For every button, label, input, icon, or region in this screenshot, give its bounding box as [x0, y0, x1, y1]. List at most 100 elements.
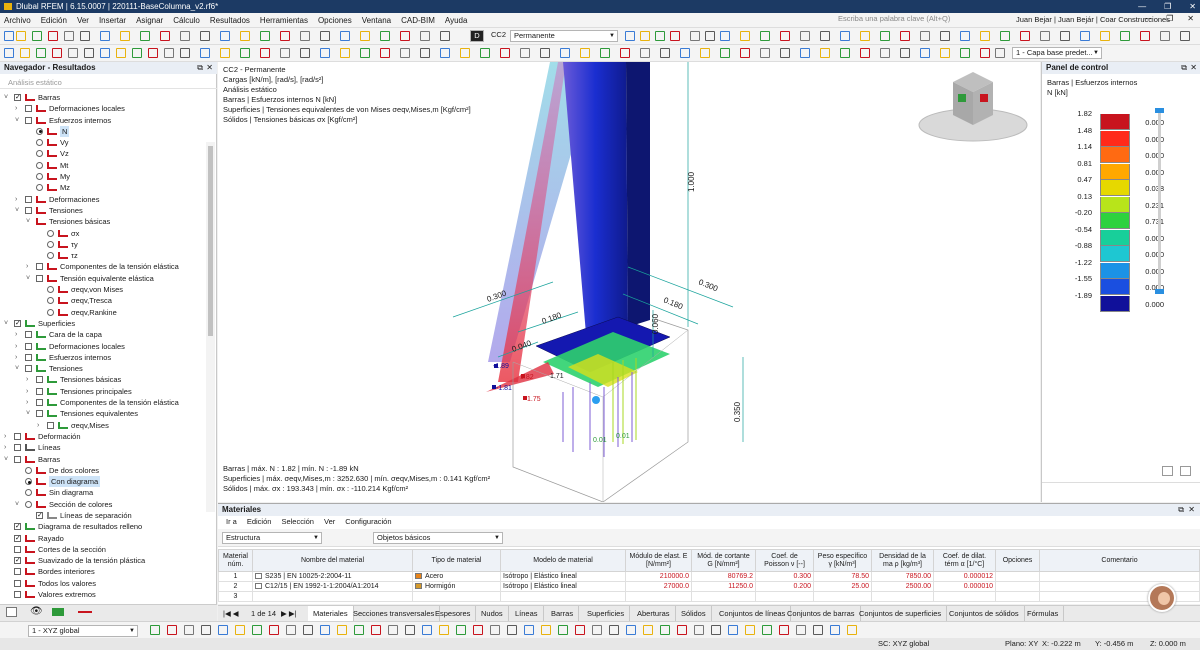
table-cell-gamma[interactable]: 78.50 [813, 571, 872, 582]
toolbar-tool-icon[interactable] [670, 31, 680, 41]
chevron-down-icon[interactable]: ˅ [4, 318, 8, 329]
doc-close-button[interactable]: ✕ [1187, 14, 1194, 23]
toolbar-tool-icon[interactable] [440, 31, 450, 41]
toolbar-tool-icon[interactable] [960, 48, 970, 58]
toolbar-tool-icon[interactable] [148, 48, 158, 58]
snap-tool-icon[interactable] [626, 625, 636, 635]
toolbar-tool-icon[interactable] [140, 31, 150, 41]
nav-checkbox[interactable] [36, 399, 43, 407]
toolbar-tool-icon[interactable] [132, 48, 142, 58]
toolbar-tool-icon[interactable] [80, 31, 90, 41]
table-cell-gamma[interactable] [813, 591, 872, 602]
pin-icon[interactable]: ⧉ [197, 62, 203, 74]
toolbar-tool-icon[interactable] [48, 31, 58, 41]
chevron-right-icon[interactable]: › [26, 397, 28, 408]
snap-tool-icon[interactable] [813, 625, 823, 635]
snap-tool-icon[interactable] [354, 625, 364, 635]
data-nav-tab-icon[interactable] [6, 607, 17, 617]
toolbar-tool-icon[interactable] [680, 48, 690, 58]
nav-checkbox[interactable] [36, 376, 43, 384]
toolbar-tool-icon[interactable] [980, 31, 990, 41]
col-gamma[interactable]: Peso específico γ [kN/m³] [813, 549, 872, 572]
table-cell-n[interactable]: 3 [218, 591, 253, 602]
toolbar-tool-icon[interactable] [4, 31, 14, 41]
nav-tree-item[interactable]: Mt [0, 160, 206, 171]
toolbar-tool-icon[interactable] [200, 31, 210, 41]
legend-range-slider[interactable] [1155, 108, 1164, 294]
nav-tree-item[interactable]: › Componentes de la tensión elástica [0, 397, 206, 408]
nav-radio[interactable] [25, 500, 32, 508]
nav-radio[interactable] [36, 173, 43, 181]
toolbar-tool-icon[interactable] [940, 31, 950, 41]
nav-radio[interactable] [25, 466, 32, 474]
nav-tree-item[interactable]: Todos los valores [0, 578, 206, 589]
toolbar-tool-icon[interactable] [740, 48, 750, 58]
analysis-type-select[interactable]: Análisis estático [0, 76, 217, 89]
table-cell-n[interactable]: 1 [218, 571, 253, 582]
toolbar-tool-icon[interactable] [1020, 31, 1030, 41]
nav-checkbox[interactable] [25, 331, 32, 339]
chevron-right-icon[interactable]: › [15, 194, 17, 205]
materials-menu-goto[interactable]: Ir a [226, 517, 237, 528]
toolbar-tool-icon[interactable] [240, 48, 250, 58]
snap-tool-icon[interactable] [762, 625, 772, 635]
nav-radio[interactable] [47, 286, 54, 294]
snap-tool-icon[interactable] [524, 625, 534, 635]
tab-espesores[interactable]: Espesores [430, 606, 477, 621]
table-cell-alpha[interactable]: 0.000012 [933, 571, 996, 582]
snap-tool-icon[interactable] [150, 625, 160, 635]
table-cell-model[interactable] [500, 591, 626, 602]
nav-checkbox[interactable] [14, 545, 21, 553]
nav-tree-item[interactable]: σeqv,von Mises [0, 284, 206, 295]
nav-tree-item[interactable]: N [0, 125, 206, 137]
chevron-right-icon[interactable]: › [15, 103, 17, 114]
nav-tree-item[interactable]: σeqv,Rankine [0, 307, 206, 318]
legend-settings-icon[interactable] [1162, 466, 1173, 476]
toolbar-tool-icon[interactable] [300, 48, 310, 58]
chevron-right-icon[interactable]: › [26, 261, 28, 272]
toolbar-tool-icon[interactable] [580, 48, 590, 58]
toolbar-tool-icon[interactable] [320, 48, 330, 58]
col-name[interactable]: Nombre del material [252, 549, 413, 572]
nav-checkbox[interactable] [14, 318, 21, 329]
slider-min-handle[interactable] [1155, 289, 1164, 294]
toolbar-tool-icon[interactable] [280, 31, 290, 41]
nav-checkbox[interactable] [25, 353, 32, 361]
nav-checkbox[interactable] [14, 444, 21, 452]
tab-barras[interactable]: Barras [546, 606, 580, 621]
table-cell-opt[interactable] [995, 591, 1040, 602]
toolbar-tool-icon[interactable] [16, 31, 26, 41]
toolbar-tool-icon[interactable] [160, 31, 170, 41]
menu-archivo[interactable]: Archivo [4, 16, 31, 25]
toolbar-tool-icon[interactable] [400, 48, 410, 58]
tab-nudos[interactable]: Nudos [476, 606, 509, 621]
doc-restore-button[interactable]: ❐ [1166, 14, 1173, 23]
toolbar-tool-icon[interactable] [920, 31, 930, 41]
toolbar-tool-icon[interactable] [300, 31, 310, 41]
nav-checkbox[interactable] [25, 342, 32, 350]
snap-tool-icon[interactable] [660, 625, 670, 635]
toolbar-tool-icon[interactable] [660, 48, 670, 58]
snap-tool-icon[interactable] [320, 625, 330, 635]
snap-tool-icon[interactable] [507, 625, 517, 635]
nav-tree-item[interactable]: ˅ Esfuerzos internos [0, 115, 206, 126]
nav-radio[interactable] [47, 308, 54, 316]
toolbar-tool-icon[interactable] [780, 48, 790, 58]
toolbar-tool-icon[interactable] [820, 48, 830, 58]
col-number[interactable]: Material núm. [218, 549, 253, 572]
nav-radio[interactable] [47, 229, 54, 237]
toolbar-tool-icon[interactable] [940, 48, 950, 58]
toolbar-tool-icon[interactable] [164, 48, 174, 58]
nav-checkbox[interactable] [14, 455, 21, 463]
nav-checkbox[interactable] [14, 533, 21, 544]
nav-tree-item[interactable]: › Tensiones básicas [0, 374, 206, 385]
toolbar-tool-icon[interactable] [52, 48, 62, 58]
snap-tool-icon[interactable] [592, 625, 602, 635]
snap-tool-icon[interactable] [439, 625, 449, 635]
toolbar-tool-icon[interactable] [360, 31, 370, 41]
toolbar-tool-icon[interactable] [340, 31, 350, 41]
toolbar-tool-icon[interactable] [880, 31, 890, 41]
nav-tree-item[interactable]: Diagrama de resultados relleno [0, 521, 206, 532]
snap-tool-icon[interactable] [728, 625, 738, 635]
chevron-right-icon[interactable]: › [26, 386, 28, 397]
